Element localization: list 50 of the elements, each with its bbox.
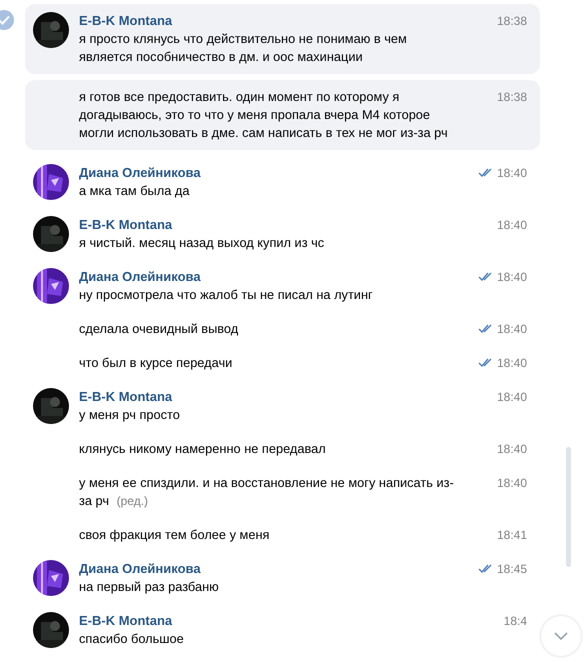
message-text: у меня ее спиздили. и на восстановление не могу написать из-за рч (ред.) [79, 474, 455, 510]
message-row[interactable]: что был в курсе передачи 18:40 [25, 346, 540, 380]
message-row[interactable]: Диана Олейникова а мка там была да 18:40 [25, 156, 540, 208]
message-time: 18:40 [496, 217, 527, 234]
message-time: 18:40 [496, 269, 527, 286]
author-name[interactable]: E-B-K Montana [79, 612, 477, 630]
author-name[interactable]: Диана Олейникова [79, 164, 477, 182]
selected-check-icon[interactable] [0, 10, 14, 30]
message-text: ну просмотрела что жалоб ты не писал на лутинг [79, 286, 374, 304]
message-row[interactable]: E-B-K Montana у меня рч просто 18:40 [25, 380, 540, 432]
message-time: 18:38 [496, 13, 527, 30]
scrollbar[interactable] [566, 447, 571, 567]
message-text: на первый раз разбаню [79, 578, 220, 596]
message-text: спасибо большое [79, 630, 185, 648]
chevron-down-icon [554, 632, 568, 640]
message-text: я готов все предоставить. один момент по которому я догадываюсь, это то что у меня пропала вчера М4 которое могли использовать в дме. сам написать в тех не мог из-за рч [79, 88, 449, 142]
message-row[interactable]: Диана Олейникова ну просмотрела что жалоб ты не писал на лутинг 18:40 [25, 260, 540, 312]
message-time: 18:40 [496, 355, 527, 372]
message-row[interactable]: своя фракция тем более у меня 18:41 [25, 518, 540, 552]
message-row[interactable]: E-B-K Montana я просто клянусь что действительно не понимаю в чем является пособничество в дм. и оос махинации 18:38 [25, 4, 540, 74]
message-time: 18:40 [496, 475, 527, 492]
message-text: а мка там была да [79, 182, 190, 200]
message-row[interactable]: я готов все предоставить. один момент по которому я догадываюсь, это то что у меня пропала вчера М4 которое могли использовать в дме. сам написать в тех не мог из-за рч 18:38 [25, 80, 540, 150]
message-time: 18:40 [496, 165, 527, 182]
message-row[interactable]: E-B-K Montana я чистый. месяц назад выход купил из чс 18:40 [25, 208, 540, 260]
message-text: у меня рч просто [79, 406, 181, 424]
author-name[interactable]: Диана Олейникова [79, 268, 477, 286]
author-name[interactable]: Диана Олейникова [79, 560, 477, 578]
message-text: что был в курсе передачи [79, 354, 234, 372]
message-time: 18:45 [496, 561, 527, 578]
message-row[interactable]: Диана Олейникова на первый раз разбаню 18:45 [25, 552, 540, 604]
message-time: 18:40 [496, 441, 527, 458]
message-text: сделала очевидный вывод [79, 320, 240, 338]
message-time: 18:38 [496, 89, 527, 106]
message-text: я чистый. месяц назад выход купил из чс [79, 234, 326, 252]
message-text: своя фракция тем более у меня [79, 526, 270, 544]
author-name[interactable]: E-B-K Montana [79, 388, 477, 406]
author-name[interactable]: E-B-K Montana [79, 12, 477, 30]
message-text: клянусь никому намеренно не передавал [79, 440, 327, 458]
message-row[interactable]: сделала очевидный вывод 18:40 [25, 312, 540, 346]
message-row[interactable]: E-B-K Montana спасибо большое 18:4 [25, 604, 540, 656]
message-time: 18:41 [496, 527, 527, 544]
message-text: я просто клянусь что действительно не понимаю в чем является пособничество в дм. и оос махинации [79, 30, 408, 66]
message-row[interactable]: у меня ее спиздили. и на восстановление не могу написать из-за рч (ред.) 18:40 [25, 466, 540, 518]
message-time: 18:40 [496, 389, 527, 406]
message-time: 18:4 [504, 613, 527, 630]
scroll-down-button[interactable] [541, 616, 581, 656]
message-row[interactable]: клянусь никому намеренно не передавал 18:40 [25, 432, 540, 466]
author-name[interactable]: E-B-K Montana [79, 216, 477, 234]
message-time: 18:40 [496, 321, 527, 338]
